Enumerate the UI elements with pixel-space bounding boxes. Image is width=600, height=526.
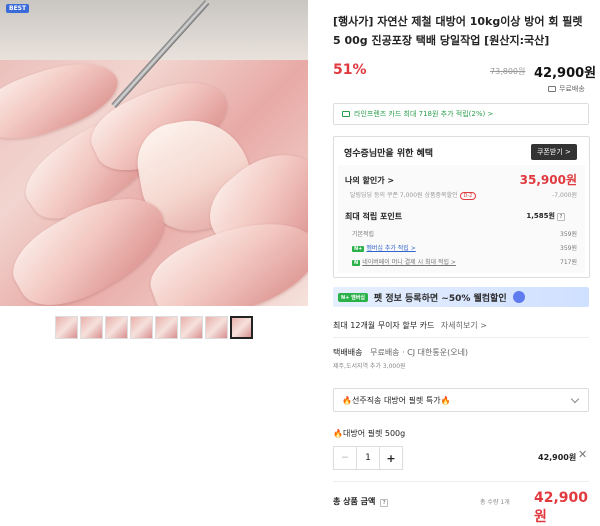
selected-option: 🔥대방어 필렛 500g xyxy=(333,428,405,439)
shipping-info: 무료배송 xyxy=(548,84,585,94)
point-row-membership[interactable]: N+ 멤버십 추가 적립 > xyxy=(352,243,416,252)
point-row-label: 네이버페이 머니 결제 시 최대 적립 > xyxy=(362,259,456,266)
installment-label: 최대 12개월 무이자 할부 카드 xyxy=(333,321,435,330)
thumbnail[interactable] xyxy=(130,316,153,339)
point-row-label: 멤버십 추가 적립 > xyxy=(366,245,416,252)
thumbnail[interactable] xyxy=(180,316,203,339)
quantity-value[interactable]: 1 xyxy=(357,447,379,469)
max-points-value: 1,585원? xyxy=(526,211,565,221)
thumbnail[interactable] xyxy=(105,316,128,339)
point-row-label: 기본적립 xyxy=(352,231,375,238)
benefit-box: 영수증님만을 위한 혜택 쿠폰받기 > 나의 할인가 > 35,900원 달링딩… xyxy=(333,136,590,278)
pet-welcome-banner[interactable]: N+ 멤버십 펫 정보 등록하면 ~50% 웰컴할인 xyxy=(333,287,589,307)
benefit-heading: 영수증님만을 위한 혜택 xyxy=(344,149,434,159)
installment-more-link[interactable]: 자세히보기 > xyxy=(441,321,487,330)
coupon-coin-icon xyxy=(512,291,525,303)
thumbnail[interactable] xyxy=(155,316,178,339)
point-row-value: 717원 xyxy=(560,259,577,266)
coupon-detail: 달링딩딩 등의 쿠폰 7,000원 상품중복할인 D-2 xyxy=(350,190,477,200)
decrease-button[interactable]: − xyxy=(334,447,357,469)
card-promo-text: 라인프렌즈 카드 최대 718원 추가 적립(2%) > xyxy=(354,110,494,118)
thumbnail-selected[interactable] xyxy=(230,316,253,339)
delivery-detail: 무료배송 · CJ 대한통운(오네) xyxy=(370,348,469,357)
naver-badge: N xyxy=(352,260,361,266)
membership-tag: N+ 멤버십 xyxy=(338,292,368,302)
option-select-value: 선주직송 대방어 필렛 특가 xyxy=(351,395,441,405)
product-main-image[interactable]: BEST xyxy=(0,0,308,306)
total-label: 총 상품 금액 ? xyxy=(333,496,389,507)
card-promo-link[interactable]: 라인프렌즈 카드 최대 718원 추가 적립(2%) > xyxy=(333,103,589,125)
max-points-label: 최대 적립 포인트 xyxy=(345,212,403,221)
total-price: 42,900원 xyxy=(534,490,589,525)
product-gallery: BEST xyxy=(0,0,310,519)
my-sale-price-link[interactable]: 나의 할인가 > xyxy=(345,175,394,186)
coupon-discount-value: -7,000원 xyxy=(552,192,577,199)
help-icon[interactable]: ? xyxy=(557,213,565,221)
max-points-amount: 1,585원 xyxy=(526,212,555,220)
naver-plus-badge: N+ xyxy=(352,246,365,252)
discount-rate: 51% xyxy=(333,62,367,78)
close-icon[interactable]: ✕ xyxy=(578,448,587,461)
thumbnail[interactable] xyxy=(55,316,78,339)
chevron-down-icon xyxy=(570,394,580,404)
benefit-details: 나의 할인가 > 35,900원 달링딩딩 등의 쿠폰 7,000원 상품중복할… xyxy=(338,165,585,273)
point-row-value: 359원 xyxy=(560,231,577,238)
delivery-info: 택배배송 무료배송 · CJ 대한통운(오네) xyxy=(333,347,468,358)
thumbnail[interactable] xyxy=(80,316,103,339)
installment-info: 최대 12개월 무이자 할부 카드 자세히보기 > xyxy=(333,320,487,331)
coupon-button[interactable]: 쿠폰받기 > xyxy=(531,144,577,160)
increase-button[interactable]: + xyxy=(379,447,402,469)
fire-icon: 🔥 xyxy=(333,429,343,438)
sale-price: 42,900원 xyxy=(534,66,597,81)
delivery-extra-fee: 제주,도서지역 추가 3,000원 xyxy=(333,363,406,370)
delivery-label: 택배배송 xyxy=(333,348,363,357)
fire-icon: 🔥 xyxy=(342,395,352,405)
plate-background xyxy=(0,0,308,60)
fire-icon: 🔥 xyxy=(440,395,451,405)
coupon-detail-text: 달링딩딩 등의 쿠폰 7,000원 상품중복할인 xyxy=(350,192,458,199)
card-icon xyxy=(342,111,350,117)
quantity-stepper: − 1 + xyxy=(333,446,403,470)
selected-option-name: 대방어 필렛 500g xyxy=(342,429,406,438)
help-icon[interactable]: ? xyxy=(380,499,389,507)
truck-icon xyxy=(548,86,556,92)
product-title: [행사가] 자연산 제철 대방어 10kg이상 방어 회 필렛 5 00g 진공… xyxy=(333,15,583,47)
divider xyxy=(333,481,589,482)
option-price: 42,900원 xyxy=(538,453,577,462)
point-row-value: 359원 xyxy=(560,245,577,252)
thumbnail[interactable] xyxy=(205,316,228,339)
total-label-text: 총 상품 금액 xyxy=(333,497,376,506)
banner-text: 펫 정보 등록하면 ~50% 웰컴할인 xyxy=(373,293,507,304)
thumbnail-strip xyxy=(55,316,253,339)
d-day-badge: D-2 xyxy=(459,192,477,200)
total-count: 총 수량 1개 xyxy=(480,499,510,506)
my-sale-price: 35,900원 xyxy=(519,173,577,187)
point-row-naverpay[interactable]: N 네이버페이 머니 결제 시 최대 적립 > xyxy=(352,257,456,266)
best-badge: BEST xyxy=(6,4,30,13)
divider xyxy=(333,337,589,338)
shipping-label: 무료배송 xyxy=(559,85,585,93)
option-select[interactable]: 🔥 선주직송 대방어 필렛 특가 🔥 xyxy=(333,388,589,412)
point-row-basic: 기본적립 xyxy=(352,229,374,238)
original-price: 73,800원 xyxy=(490,67,526,76)
